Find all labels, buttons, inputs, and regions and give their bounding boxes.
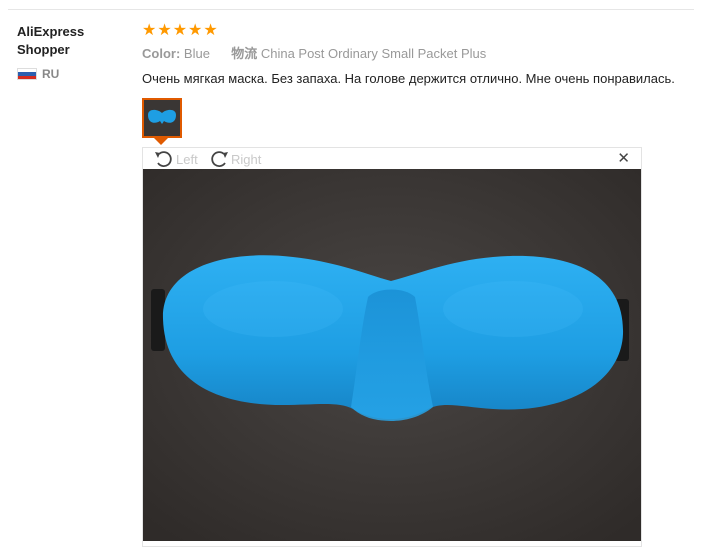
reviewer-name: AliExpress Shopper <box>17 24 85 57</box>
close-viewer-button[interactable]: ✕ <box>617 151 630 166</box>
review-text: Очень мягкая маска. Без запаха. На голов… <box>142 71 675 86</box>
reviewer-info: AliExpress Shopper RU <box>17 23 127 81</box>
star-rating: ★ ★ ★ ★ ★ <box>142 22 697 40</box>
rotate-left-label: Left <box>176 151 198 167</box>
logistics-value: China Post Ordinary Small Packet Plus <box>260 46 487 61</box>
star-icon: ★ <box>157 22 172 39</box>
review-content: ★ ★ ★ ★ ★ Color: Blue 物流 China Post Ordi… <box>142 22 697 547</box>
star-icon: ★ <box>172 22 188 39</box>
color-label: Color: <box>142 46 181 61</box>
rotate-left-icon <box>155 151 172 167</box>
rotate-left-button[interactable]: Left <box>153 150 198 168</box>
review-photo <box>143 169 641 541</box>
sleep-mask-thumbnail-image <box>144 100 180 136</box>
star-icon: ★ <box>142 22 157 39</box>
rotate-right-label: Right <box>231 151 262 167</box>
sleep-mask-photo <box>143 169 641 541</box>
photo-viewer: Left Right ✕ <box>142 147 642 547</box>
reviewer-country: RU <box>17 67 127 81</box>
photo-viewer-toolbar: Left Right ✕ <box>143 148 641 169</box>
logistics-label: 物流 <box>231 46 258 61</box>
star-icon: ★ <box>188 22 203 39</box>
star-icon: ★ <box>203 22 218 39</box>
rotate-right-button[interactable]: Right <box>208 150 261 168</box>
rotate-right-icon <box>211 151 228 167</box>
order-details: Color: Blue 物流 China Post Ordinary Small… <box>142 46 697 62</box>
thumbnail-pointer <box>154 138 168 145</box>
country-code: RU <box>42 67 60 81</box>
color-value: Blue <box>183 46 210 61</box>
top-divider <box>8 9 694 10</box>
review-photo-thumbnail[interactable] <box>142 98 182 138</box>
russia-flag-icon <box>17 68 37 80</box>
